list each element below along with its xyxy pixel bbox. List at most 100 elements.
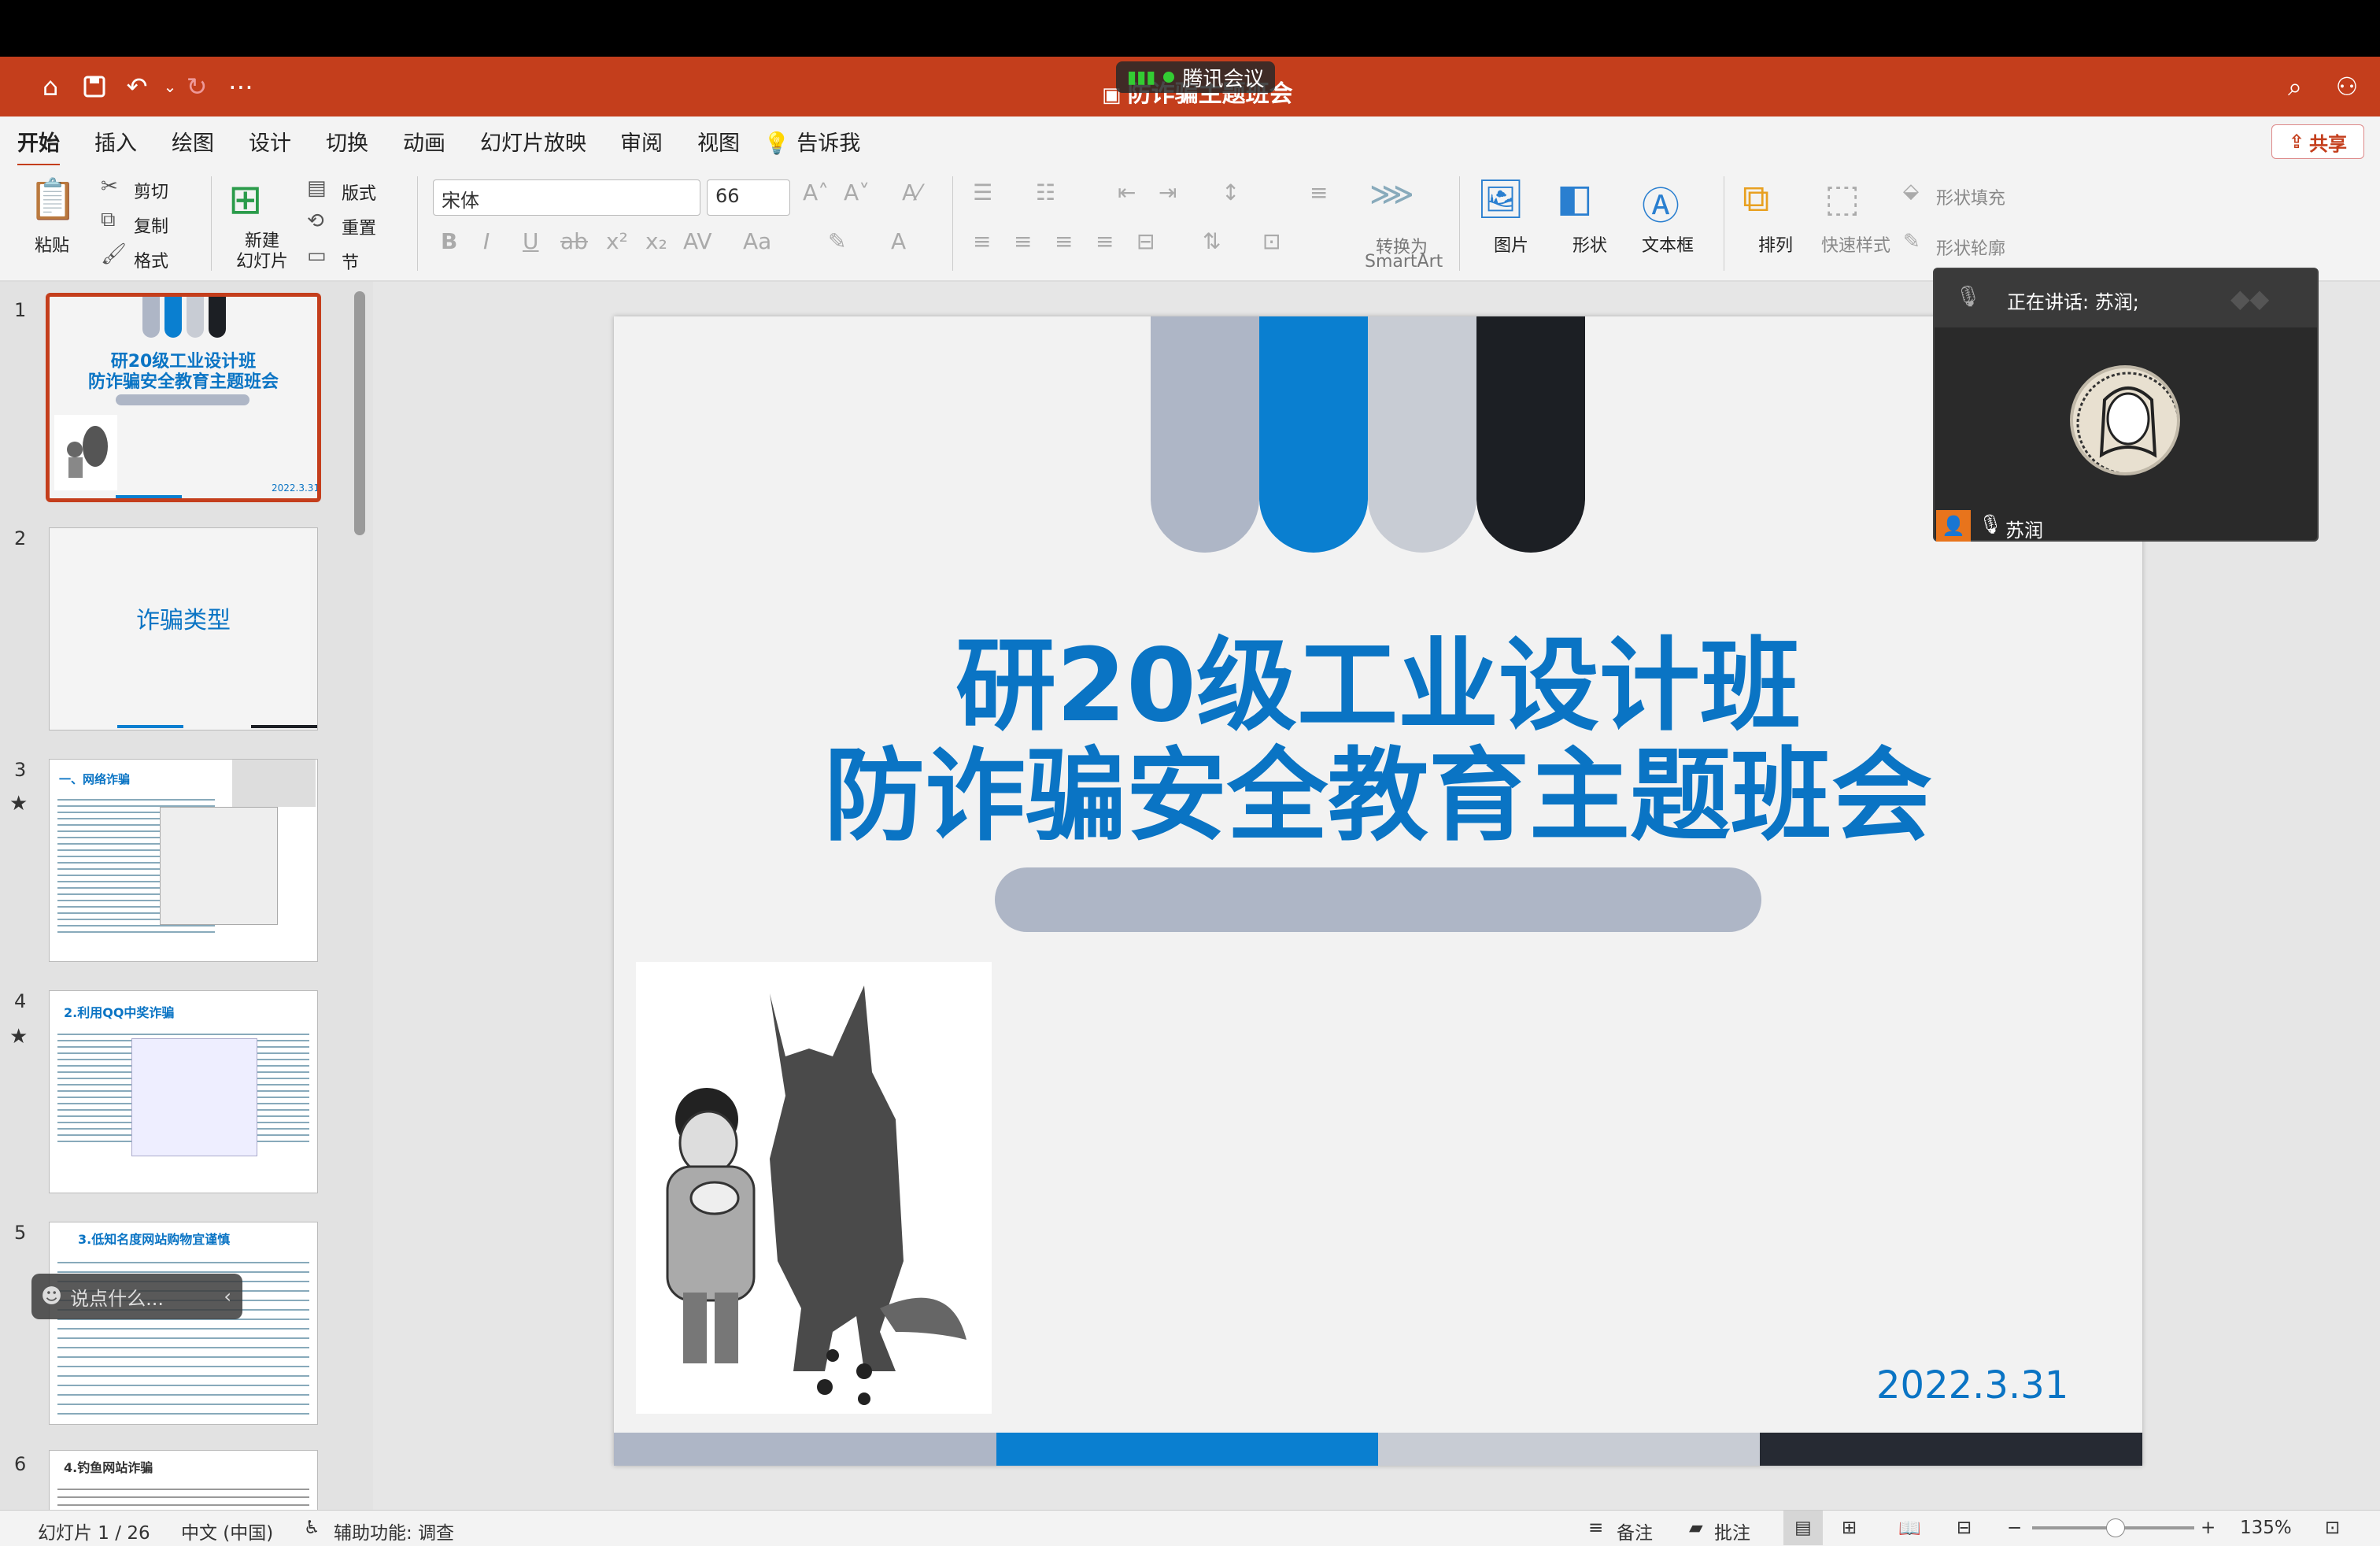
zoom-in-icon[interactable]: + xyxy=(2201,1518,2216,1538)
save-icon[interactable] xyxy=(79,71,110,102)
align-left-icon[interactable]: ≡ xyxy=(973,228,991,254)
reading-view-icon[interactable]: 📖 xyxy=(1898,1518,1921,1539)
paste-icon[interactable]: 📋 xyxy=(28,176,77,223)
redo-icon[interactable]: ↻ xyxy=(181,71,213,102)
cut-icon[interactable]: ✂ xyxy=(101,175,118,198)
picture-icon[interactable]: 🖼 xyxy=(1476,176,1524,221)
collapse-chevron-icon[interactable]: ‹ xyxy=(224,1285,231,1307)
language-status[interactable]: 中文 (中国) xyxy=(181,1518,273,1544)
tab-view[interactable]: 视图 xyxy=(697,126,740,157)
quick-styles-button[interactable]: 快速样式 xyxy=(1821,231,1890,257)
line-spacing-icon[interactable]: ↕ xyxy=(1221,179,1240,205)
char-spacing-icon[interactable]: AV xyxy=(683,228,712,254)
tab-transitions[interactable]: 切换 xyxy=(326,126,368,157)
notes-button[interactable]: 备注 xyxy=(1617,1518,1653,1544)
picture-button[interactable]: 图片 xyxy=(1494,231,1528,257)
format-painter-button[interactable]: 格式 xyxy=(134,247,168,272)
thumbnail-scrollbar[interactable] xyxy=(354,291,365,535)
justify-icon[interactable]: ≡ xyxy=(1096,228,1114,254)
slideshow-icon[interactable]: ⊟ xyxy=(1957,1518,1972,1538)
align-right-icon[interactable]: ≡ xyxy=(1055,228,1073,254)
normal-view-icon[interactable]: ▤ xyxy=(1783,1511,1823,1545)
wolf-illustration[interactable] xyxy=(636,962,992,1414)
arrange-button[interactable]: 排列 xyxy=(1758,231,1793,257)
reset-button[interactable]: 重置 xyxy=(342,214,376,239)
slide-title[interactable]: 研20级工业设计班 防诈骗安全教育主题班会 xyxy=(614,631,2142,852)
tab-review[interactable]: 审阅 xyxy=(620,126,663,157)
underline-icon[interactable]: U xyxy=(523,228,539,254)
arrange-icon[interactable]: ⧉ xyxy=(1743,176,1769,221)
change-case-icon[interactable]: Aa xyxy=(743,228,771,254)
font-family-select[interactable]: 宋体 xyxy=(433,179,700,216)
meeting-video-panel[interactable]: 🎙 正在讲话: 苏润; ◆◆ 👤 🎙 苏润 xyxy=(1933,268,2319,542)
paste-button[interactable]: 粘贴 xyxy=(35,231,69,257)
layout-icon[interactable]: ▤ xyxy=(307,176,327,200)
font-size-select[interactable]: 66 xyxy=(707,179,790,216)
numbering-icon[interactable]: ☷ xyxy=(1036,179,1055,205)
subscript-icon[interactable]: x₂ xyxy=(645,228,667,254)
distribute-icon[interactable]: ⊟ xyxy=(1136,228,1155,254)
search-icon[interactable]: ⌕ xyxy=(2279,71,2311,102)
layout-button[interactable]: 版式 xyxy=(342,179,376,205)
notes-icon[interactable]: ≡ xyxy=(1588,1518,1603,1538)
format-painter-icon[interactable]: 🖌 xyxy=(101,242,127,266)
comments-icon[interactable]: ▰ xyxy=(1689,1518,1703,1538)
tab-slideshow[interactable]: 幻灯片放映 xyxy=(480,126,586,157)
decrease-indent-icon[interactable]: ⇤ xyxy=(1118,179,1136,205)
increase-indent-icon[interactable]: ⇥ xyxy=(1159,179,1177,205)
slide-thumbnail-2[interactable]: 诈骗类型 xyxy=(49,527,318,730)
copy-button[interactable]: 复制 xyxy=(134,213,168,238)
textbox-icon[interactable]: Ⓐ xyxy=(1642,175,1680,230)
accessibility-status[interactable]: 辅助功能: 调查 xyxy=(334,1518,454,1544)
shape-fill-icon[interactable]: ⬙ xyxy=(1903,179,1919,203)
slide-thumbnail-5[interactable]: 3.低知名度网站购物宜谨慎 xyxy=(49,1222,318,1425)
section-icon[interactable]: ▭ xyxy=(307,244,327,268)
fit-to-window-icon[interactable]: ⊡ xyxy=(2325,1518,2340,1538)
tab-home[interactable]: 开始 xyxy=(17,126,60,168)
zoom-out-icon[interactable]: − xyxy=(2007,1518,2022,1538)
decrease-font-icon[interactable]: A˅ xyxy=(844,179,870,205)
shape-outline-icon[interactable]: ✎ xyxy=(1903,230,1920,253)
copy-icon[interactable]: ⧉ xyxy=(101,208,116,232)
section-button[interactable]: 节 xyxy=(342,249,359,274)
highlight-icon[interactable]: ✎ xyxy=(828,228,846,254)
slide-thumbnail-3[interactable]: 一、网络诈骗 xyxy=(49,759,318,962)
more-icon[interactable]: ⋯ xyxy=(225,71,257,102)
current-slide[interactable]: 研20级工业设计班 防诈骗安全教育主题班会 2022.3.31 xyxy=(614,316,2142,1466)
align-center-icon[interactable]: ≡ xyxy=(1014,228,1032,254)
bold-icon[interactable]: B xyxy=(441,228,457,254)
textbox-button[interactable]: 文本框 xyxy=(1642,231,1694,257)
shape-fill-button[interactable]: 形状填充 xyxy=(1936,184,2005,209)
meeting-indicator[interactable]: ▮▮▮ 腾讯会议 xyxy=(1116,61,1276,93)
new-slide-button[interactable]: 新建 幻灯片 xyxy=(236,231,288,272)
undo-icon[interactable]: ↶ xyxy=(121,71,153,102)
columns-icon[interactable]: ≡ xyxy=(1310,179,1328,205)
italic-icon[interactable]: I xyxy=(483,228,490,254)
cut-button[interactable]: 剪切 xyxy=(134,178,168,203)
slide-thumbnail-4[interactable]: 2.利用QQ中奖诈骗 xyxy=(49,990,318,1193)
slide-thumbnail-6[interactable]: 4.钓鱼网站诈骗 xyxy=(49,1450,318,1513)
increase-font-icon[interactable]: A˄ xyxy=(803,179,829,205)
tab-draw[interactable]: 绘图 xyxy=(172,126,214,157)
zoom-slider-thumb[interactable] xyxy=(2106,1518,2125,1537)
shape-outline-button[interactable]: 形状轮廓 xyxy=(1936,235,2005,260)
shape-icon[interactable]: ◧ xyxy=(1557,176,1592,220)
superscript-icon[interactable]: x² xyxy=(606,228,628,254)
reset-icon[interactable]: ⟲ xyxy=(307,209,324,233)
slide-date[interactable]: 2022.3.31 xyxy=(1876,1363,2068,1407)
home-icon[interactable]: ⌂ xyxy=(35,71,66,102)
smartart-label[interactable]: SmartArt xyxy=(1365,252,1443,272)
tab-animations[interactable]: 动画 xyxy=(403,126,445,157)
align-text-icon[interactable]: ⊡ xyxy=(1262,228,1281,254)
subtitle-pill[interactable] xyxy=(995,867,1761,932)
slide-thumbnail-1[interactable]: 研20级工业设计班 防诈骗安全教育主题班会 2022.3.31 xyxy=(46,293,321,502)
font-color-icon[interactable]: A xyxy=(891,228,906,254)
account-icon[interactable]: ⚇ xyxy=(2331,71,2363,102)
zoom-level[interactable]: 135% xyxy=(2240,1518,2292,1538)
new-slide-icon[interactable]: ⊞ xyxy=(228,176,263,224)
tab-insert[interactable]: 插入 xyxy=(94,126,137,157)
strikethrough-icon[interactable]: ab xyxy=(560,228,588,254)
smartart-icon[interactable]: ⋙ xyxy=(1369,176,1414,213)
chat-input[interactable]: ☻ 说点什么... ‹ xyxy=(31,1274,242,1319)
accessibility-icon[interactable]: ♿ xyxy=(304,1518,320,1538)
